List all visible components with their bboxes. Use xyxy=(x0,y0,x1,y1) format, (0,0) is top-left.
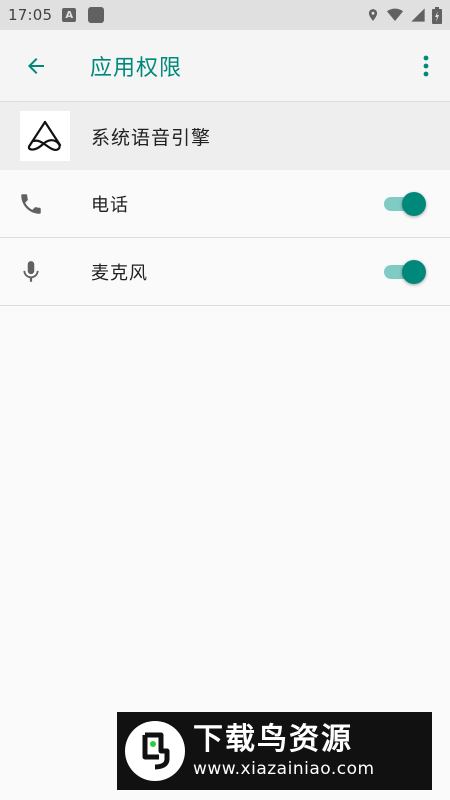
signal-icon xyxy=(411,8,425,22)
bird-logo-icon xyxy=(125,721,185,781)
mic-icon xyxy=(16,257,46,287)
app-logo-icon xyxy=(20,111,70,161)
permission-label-phone: 电话 xyxy=(91,194,129,216)
page-title: 应用权限 xyxy=(90,55,183,81)
square-icon xyxy=(88,7,105,23)
permission-row-phone[interactable]: 电话 xyxy=(0,170,450,238)
microphone-permission-toggle[interactable] xyxy=(382,257,426,287)
a-letter-icon: A xyxy=(62,8,77,22)
app-bar: 应用权限 xyxy=(0,30,450,102)
watermark-url: www.xiazainiao.com xyxy=(193,759,375,779)
arrow-back-icon xyxy=(28,57,44,74)
wifi-icon xyxy=(387,8,403,21)
battery-icon xyxy=(432,6,442,24)
status-time: 17:05 xyxy=(8,6,53,24)
phone-permission-toggle[interactable] xyxy=(382,189,426,219)
permission-label-microphone: 麦克风 xyxy=(91,262,148,284)
app-header: 系统语音引擎 xyxy=(0,102,450,170)
location-icon xyxy=(368,9,378,21)
phone-icon xyxy=(16,189,46,219)
watermark-banner: 下载鸟资源 www.xiazainiao.com xyxy=(117,712,432,790)
watermark-title: 下载鸟资源 xyxy=(193,722,353,757)
more-vert-icon xyxy=(423,55,429,76)
app-name: 系统语音引擎 xyxy=(91,126,212,149)
back-button[interactable] xyxy=(8,38,64,94)
permission-row-microphone[interactable]: 麦克风 xyxy=(0,238,450,306)
status-system-icons xyxy=(366,6,442,24)
status-bar: 17:05 A xyxy=(0,0,450,30)
toggle-thumb xyxy=(402,259,426,284)
more-options-button[interactable] xyxy=(406,38,446,94)
watermark-text: 下载鸟资源 www.xiazainiao.com xyxy=(193,722,375,780)
toggle-thumb xyxy=(402,191,426,216)
